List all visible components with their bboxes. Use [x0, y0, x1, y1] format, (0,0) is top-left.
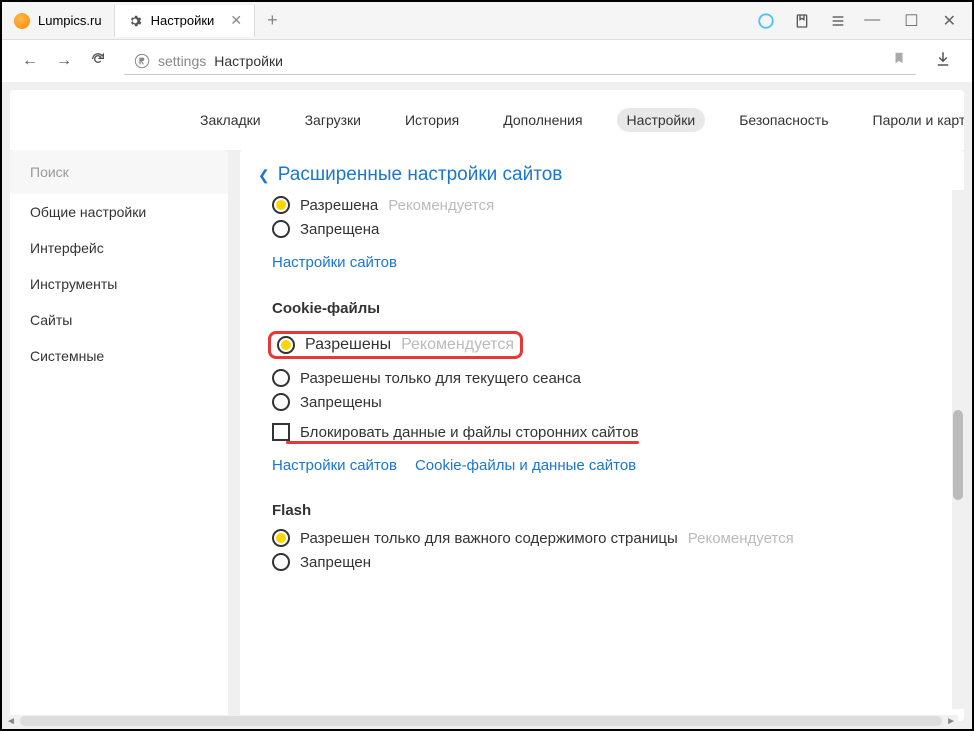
radio-label: Запрещена	[300, 221, 379, 238]
content-area: Закладки Загрузки История Дополнения Нас…	[2, 82, 972, 729]
radio-icon[interactable]	[272, 369, 290, 387]
sidebar-item-general[interactable]: Общие настройки	[10, 194, 228, 230]
radio-label: Разрешены только для текущего сеанса	[300, 370, 581, 387]
radio-hint: Рекомендуется	[388, 197, 494, 214]
menu-icon[interactable]	[828, 11, 848, 31]
tab-settings[interactable]: Настройки ✕	[115, 5, 255, 37]
nav-bookmarks[interactable]: Закладки	[190, 108, 271, 132]
gear-icon	[127, 13, 143, 29]
lumpics-icon	[14, 13, 30, 29]
radio-label: Запрещены	[300, 394, 382, 411]
search-input[interactable]: Поиск	[10, 150, 228, 194]
radio-icon[interactable]	[272, 529, 290, 547]
reload-button[interactable]	[90, 51, 106, 72]
back-label: Расширенные настройки сайтов	[278, 164, 563, 186]
cookies-links-row: Настройки сайтов Cookie-файлы и данные с…	[272, 457, 946, 474]
radio-allowed[interactable]: Разрешена Рекомендуется	[272, 196, 946, 214]
checkbox-block-third-party[interactable]: Блокировать данные и файлы сторонних сай…	[272, 423, 639, 441]
tab-bar-right	[756, 11, 864, 31]
radio-label: Разрешены	[305, 336, 391, 354]
download-button[interactable]	[934, 50, 952, 73]
scroll-left-icon[interactable]: ◄	[4, 716, 18, 727]
settings-panel: ❮ Расширенные настройки сайтов Разрешена…	[240, 150, 964, 721]
radio-icon[interactable]	[272, 553, 290, 571]
radio-label: Запрещен	[300, 554, 371, 571]
radio-icon[interactable]	[272, 220, 290, 238]
forward-button[interactable]: →	[56, 52, 72, 70]
radio-icon[interactable]	[272, 393, 290, 411]
nav-security[interactable]: Безопасность	[729, 108, 838, 132]
scrollbar-thumb[interactable]	[953, 410, 963, 500]
main-content: Поиск Общие настройки Интерфейс Инструме…	[2, 150, 972, 729]
scroll-right-icon[interactable]: ►	[944, 716, 958, 727]
back-to-advanced[interactable]: ❮ Расширенные настройки сайтов	[258, 164, 946, 186]
radio-denied[interactable]: Запрещена	[272, 220, 946, 238]
tab-bar: Lumpics.ru Настройки ✕ + — ☐ ✕	[2, 2, 972, 40]
scrollbar-horizontal[interactable]: ◄ ►	[4, 715, 958, 727]
checkbox-label: Блокировать данные и файлы сторонних сай…	[300, 424, 639, 441]
maximize-button[interactable]: ☐	[904, 11, 918, 31]
section-title-flash: Flash	[272, 502, 946, 519]
collections-icon[interactable]	[792, 11, 812, 31]
nav-extensions[interactable]: Дополнения	[493, 108, 592, 132]
bookmark-icon[interactable]	[892, 51, 906, 70]
radio-hint: Рекомендуется	[401, 336, 514, 354]
back-button[interactable]: ←	[22, 52, 38, 70]
nav-passwords[interactable]: Пароли и карты	[863, 108, 964, 132]
link-site-settings-2[interactable]: Настройки сайтов	[272, 457, 397, 474]
nav-settings[interactable]: Настройки	[617, 108, 706, 132]
sidebar-item-system[interactable]: Системные	[10, 338, 228, 374]
scrollbar-thumb[interactable]	[20, 716, 942, 726]
radio-icon[interactable]	[277, 336, 295, 354]
radio-hint: Рекомендуется	[688, 530, 794, 547]
link-cookie-data[interactable]: Cookie-файлы и данные сайтов	[415, 457, 636, 474]
section-title-cookies: Cookie-файлы	[272, 300, 946, 317]
highlight-cookies-allowed: Разрешены Рекомендуется	[268, 331, 523, 359]
alice-icon[interactable]	[756, 11, 776, 31]
checkbox-icon[interactable]	[272, 423, 290, 441]
tab-title: Настройки	[151, 13, 215, 28]
radio-icon[interactable]	[272, 196, 290, 214]
settings-sidebar: Поиск Общие настройки Интерфейс Инструме…	[10, 150, 228, 721]
tab-lumpics[interactable]: Lumpics.ru	[2, 5, 115, 37]
radio-flash-important[interactable]: Разрешен только для важного содержимого …	[272, 529, 946, 547]
settings-top-nav: Закладки Загрузки История Дополнения Нас…	[10, 90, 964, 150]
window-controls: — ☐ ✕	[864, 11, 972, 31]
link-site-settings-1[interactable]: Настройки сайтов	[272, 254, 397, 271]
sidebar-item-interface[interactable]: Интерфейс	[10, 230, 228, 266]
close-icon[interactable]: ✕	[230, 12, 242, 29]
close-button[interactable]: ✕	[943, 11, 956, 31]
scrollbar-vertical[interactable]	[952, 190, 964, 709]
radio-flash-denied[interactable]: Запрещен	[272, 553, 946, 571]
tab-title: Lumpics.ru	[38, 13, 102, 28]
new-tab-button[interactable]: +	[255, 10, 290, 31]
radio-cookies-session[interactable]: Разрешены только для текущего сеанса	[272, 369, 946, 387]
nav-history[interactable]: История	[395, 108, 469, 132]
nav-downloads[interactable]: Загрузки	[295, 108, 371, 132]
sidebar-item-sites[interactable]: Сайты	[10, 302, 228, 338]
address-field[interactable]: settings Настройки	[124, 47, 916, 75]
yandex-icon	[134, 53, 150, 69]
minimize-button[interactable]: —	[864, 11, 880, 31]
radio-cookies-denied[interactable]: Запрещены	[272, 393, 946, 411]
address-text: Настройки	[214, 53, 283, 69]
radio-label: Разрешен только для важного содержимого …	[300, 530, 678, 547]
radio-label: Разрешена	[300, 197, 378, 214]
sidebar-item-tools[interactable]: Инструменты	[10, 266, 228, 302]
chevron-left-icon: ❮	[258, 167, 270, 184]
address-prefix: settings	[158, 53, 206, 69]
address-bar: ← → settings Настройки	[2, 40, 972, 82]
